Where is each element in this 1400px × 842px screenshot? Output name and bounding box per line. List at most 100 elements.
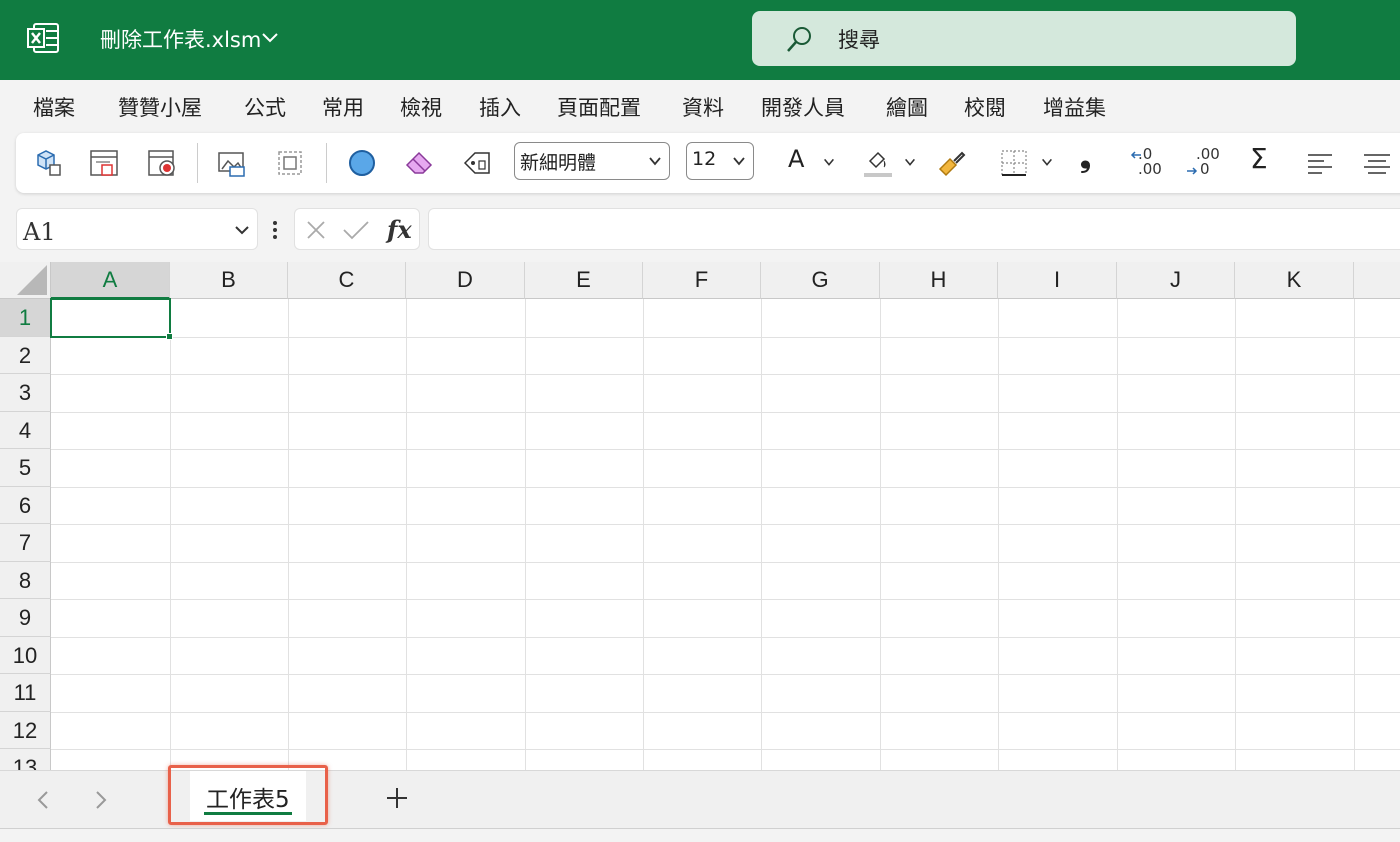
grid-line [880,299,881,770]
grid-line [288,299,289,770]
menu-insert[interactable]: 插入 [479,92,521,122]
autosum-icon[interactable]: Σ [1250,142,1268,175]
menu-view[interactable]: 檢視 [400,92,442,122]
title-bar: 刪除工作表.xlsm 搜尋 [0,0,1400,80]
excel-logo-icon[interactable] [26,22,60,54]
chevron-down-icon[interactable] [260,28,280,48]
select-objects-icon[interactable] [274,147,306,179]
column-header-k[interactable]: K [1235,262,1354,299]
grid-line [51,749,1400,750]
column-header-c[interactable]: C [288,262,406,299]
row-header-11[interactable]: 11 [0,674,51,712]
row-header-4[interactable]: 4 [0,412,51,449]
sheet-tab-bar: 工作表5 [0,765,1400,828]
eraser-icon[interactable] [403,147,435,179]
menu-review[interactable]: 校閱 [964,92,1006,122]
font-color-icon[interactable]: A [788,145,804,173]
font-name-select[interactable]: 新細明體 [514,142,670,180]
select-all-icon [17,265,47,295]
formula-input[interactable] [428,208,1400,250]
align-left-icon[interactable] [1304,147,1336,179]
row-header-12[interactable]: 12 [0,712,51,749]
chevron-down-icon[interactable] [233,221,251,239]
enter-check-icon[interactable] [341,219,371,241]
name-box-value: A1 [23,218,56,246]
highlight-box [168,765,328,825]
row-header-13[interactable]: 13 [0,749,51,770]
grid-line [51,562,1400,563]
active-cell[interactable] [50,298,173,340]
chevron-down-icon[interactable] [1040,155,1054,169]
record-macro-icon[interactable] [146,147,178,179]
ribbon-toolbar: 新細明體 12 A ❟ .0 .00 .00 0 Σ [16,133,1400,193]
menu-draw[interactable]: 繪圖 [886,92,928,122]
menu-home[interactable]: 常用 [322,92,364,122]
file-title[interactable]: 刪除工作表.xlsm [100,24,261,54]
column-header-g[interactable]: G [761,262,880,299]
fill-color-icon[interactable] [862,147,894,179]
add-sheet-icon[interactable] [384,785,410,811]
name-box[interactable]: A1 [16,208,258,250]
select-all-corner[interactable] [0,262,51,299]
search-box[interactable]: 搜尋 [752,11,1296,66]
grid-line [761,299,762,770]
arrow-right-icon [1187,167,1198,175]
increase-decimal-icon[interactable]: .00 0 [1186,145,1222,179]
borders-icon[interactable] [998,147,1030,179]
page-layout-icon[interactable] [88,147,120,179]
grid-line [51,412,1400,413]
grid-line [51,374,1400,375]
column-header-f[interactable]: F [643,262,761,299]
formula-actions: fx [294,208,420,250]
row-header-9[interactable]: 9 [0,599,51,637]
row-header-10[interactable]: 10 [0,637,51,674]
column-header-j[interactable]: J [1117,262,1235,299]
column-header-h[interactable]: H [880,262,998,299]
row-header-2[interactable]: 2 [0,337,51,374]
format-painter-icon[interactable] [936,147,968,179]
chevron-down-icon[interactable] [822,155,836,169]
more-options-icon[interactable] [268,218,282,242]
3d-model-icon[interactable] [30,147,62,179]
column-header-i[interactable]: I [998,262,1117,299]
ribbon-separator [326,143,327,183]
insert-function-icon[interactable]: fx [387,215,412,244]
row-header-7[interactable]: 7 [0,524,51,562]
column-header-next[interactable] [1354,262,1400,299]
column-header-b[interactable]: B [170,262,288,299]
fill-handle[interactable] [166,333,173,340]
tag-icon[interactable] [461,147,493,179]
row-header-1[interactable]: 1 [0,299,51,337]
decrease-decimal-icon[interactable]: .0 .00 [1130,145,1166,179]
row-header-8[interactable]: 8 [0,562,51,599]
menu-zanzan[interactable]: 贊贊小屋 [118,92,202,122]
chevron-down-icon [649,157,661,166]
font-size-select[interactable]: 12 [686,142,754,180]
grid-line [406,299,407,770]
spreadsheet-grid[interactable]: A B C D E F G H I J K 1 2 3 4 5 6 7 8 9 … [0,262,1400,770]
row-header-6[interactable]: 6 [0,487,51,524]
comma-style-icon[interactable]: ❟ [1080,141,1091,175]
circle-shape-icon[interactable] [346,147,378,179]
cancel-icon[interactable] [305,219,327,241]
align-center-icon[interactable] [1362,147,1394,179]
row-header-5[interactable]: 5 [0,449,51,487]
grid-line [51,637,1400,638]
chevron-left-icon[interactable] [34,789,54,811]
column-header-e[interactable]: E [525,262,643,299]
chevron-down-icon[interactable] [903,155,917,169]
menu-file[interactable]: 檔案 [33,92,75,122]
menu-addins[interactable]: 增益集 [1043,92,1106,122]
chevron-right-icon[interactable] [90,789,110,811]
column-header-a[interactable]: A [51,262,170,299]
menu-formulas[interactable]: 公式 [244,92,286,122]
menu-page-layout[interactable]: 頁面配置 [557,92,641,122]
row-header-3[interactable]: 3 [0,374,51,412]
grid-line [51,449,1400,450]
grid-line [51,674,1400,675]
menu-data[interactable]: 資料 [682,92,724,122]
column-header-d[interactable]: D [406,262,525,299]
picture-icon[interactable] [216,147,248,179]
menu-developer[interactable]: 開發人員 [761,92,845,122]
grid-line [525,299,526,770]
